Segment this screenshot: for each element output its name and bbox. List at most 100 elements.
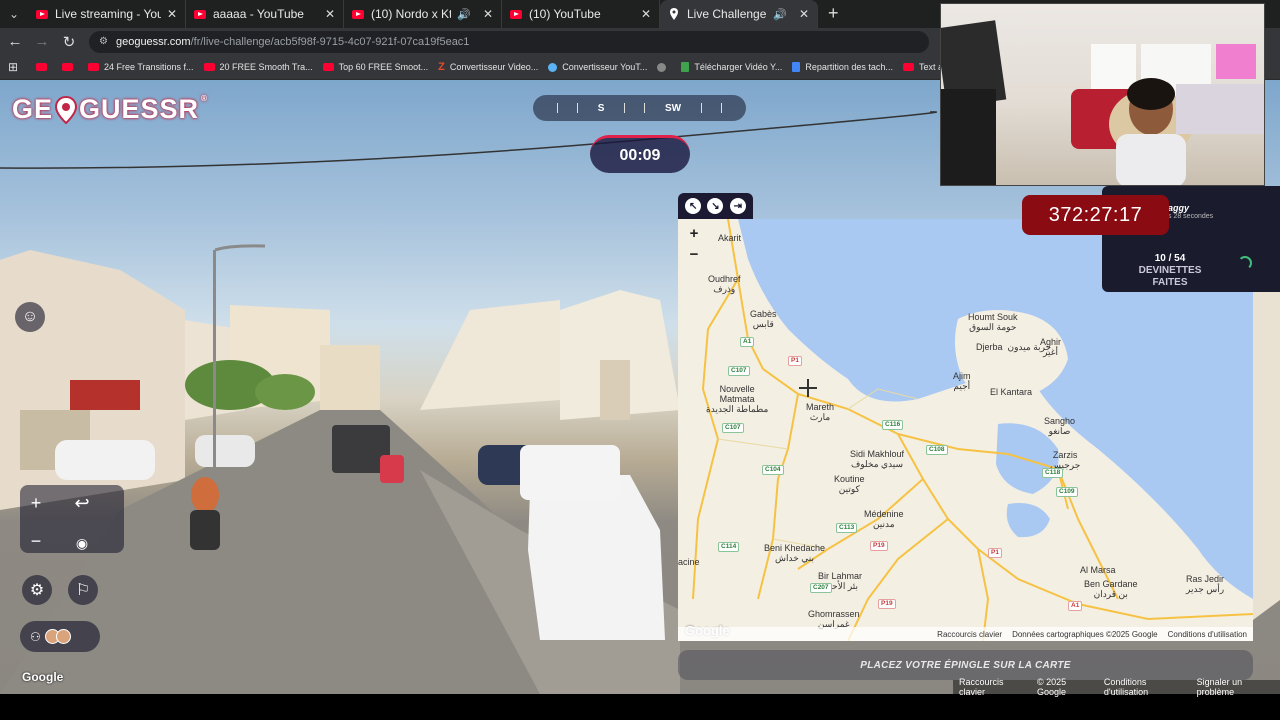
logo-pin-icon xyxy=(55,95,78,124)
users-icon: ⚇ xyxy=(30,629,41,644)
map-place-label: Mareth مارث xyxy=(806,402,835,422)
geoguessr-pin-icon xyxy=(668,8,680,20)
logo-text-geo: GE xyxy=(12,94,54,124)
expand-map-icon[interactable]: ↖ xyxy=(685,198,702,214)
map-place-label: Zarzis جرجيس xyxy=(1050,450,1081,470)
close-tab-icon[interactable]: ✕ xyxy=(325,7,335,21)
bookmark[interactable]: 20 FREE Smooth Tra... xyxy=(203,62,313,72)
close-tab-icon[interactable]: ✕ xyxy=(483,7,493,21)
road-shield: P19 xyxy=(878,599,896,609)
player-time: s 28 secondes xyxy=(1168,213,1214,220)
youtube-icon xyxy=(352,9,364,19)
pin-map-icon[interactable]: ⇥ xyxy=(729,198,746,214)
webcam-scene xyxy=(941,20,1264,185)
return-to-start-icon[interactable]: ◉ xyxy=(66,527,98,559)
speaker-icon[interactable]: 🔊 xyxy=(773,8,787,21)
bookmark[interactable]: Z Convertisseur Video... xyxy=(438,61,538,73)
road-shield: C107 xyxy=(728,366,750,376)
tab-nordo[interactable]: (10) Nordo x Ktyb - Klem (C 🔊 ✕ xyxy=(344,0,502,28)
emoji-reaction-button[interactable]: ☺ xyxy=(15,302,45,332)
road-shield: P1 xyxy=(988,548,1002,558)
converter-icon xyxy=(548,62,558,72)
flag-icon[interactable]: ⚐ xyxy=(68,575,98,605)
z-icon: Z xyxy=(438,61,445,73)
shrink-map-icon[interactable]: ↘ xyxy=(707,198,724,214)
youtube-icon xyxy=(203,63,215,71)
loading-spinner-icon xyxy=(1238,256,1252,270)
map-place-label: Ras Jedir رأس جدير xyxy=(1186,574,1225,594)
youtube-icon xyxy=(194,9,206,19)
road-shield: C109 xyxy=(1056,487,1078,497)
site-info-icon[interactable]: ⚙ xyxy=(99,36,108,47)
keyboard-shortcuts-link[interactable]: Raccourcis clavier xyxy=(959,677,1025,697)
road-shield: C118 xyxy=(1042,468,1064,478)
map-place-label: Aghir أغير xyxy=(1040,337,1062,357)
panorama-controls: + ↩ − ◉ xyxy=(20,485,124,553)
geoguessr-logo[interactable]: GE GUESSR ® xyxy=(12,94,208,125)
apps-grid-icon[interactable]: ⊞ xyxy=(0,60,26,74)
map-place-label: Oudhref وذرف xyxy=(708,274,741,294)
speaker-icon[interactable]: 🔊 xyxy=(457,8,471,21)
tab-aaaaa[interactable]: aaaaa - YouTube ✕ xyxy=(186,0,344,28)
reload-icon[interactable]: ↻ xyxy=(57,30,81,54)
bookmark[interactable] xyxy=(62,63,78,71)
bookmark[interactable] xyxy=(36,63,52,71)
tab-search-icon[interactable]: ⌄ xyxy=(0,0,28,28)
map-place-label: Ben Gardane بن قردان xyxy=(1084,579,1138,599)
logo-text: GUESSR xyxy=(79,94,200,124)
zoom-in-button[interactable]: + xyxy=(20,487,52,519)
keyboard-shortcuts-link[interactable]: Raccourcis clavier xyxy=(937,630,1002,639)
new-tab-icon[interactable]: + xyxy=(828,3,839,24)
webcam-feed xyxy=(940,3,1265,186)
map-place-label: Al Marsa xyxy=(1080,565,1116,575)
youtube-icon xyxy=(36,9,48,19)
road-shield: C207 xyxy=(810,583,832,593)
tab-youtube[interactable]: (10) YouTube ✕ xyxy=(502,0,660,28)
bookmark[interactable]: Top 60 FREE Smoot... xyxy=(322,62,428,72)
forward-icon[interactable]: → xyxy=(30,30,54,54)
tab-geoguessr[interactable]: Live Challenge - GeoGuessr 🔊 ✕ xyxy=(660,0,818,28)
close-tab-icon[interactable]: ✕ xyxy=(799,7,809,21)
tab-youtube-studio[interactable]: Live streaming - YouTube Studio ✕ xyxy=(28,0,186,28)
players-button[interactable]: ⚇ xyxy=(20,621,100,652)
google-logo: Google xyxy=(22,670,64,684)
close-tab-icon[interactable]: ✕ xyxy=(167,7,177,21)
youtube-icon xyxy=(62,63,73,71)
road-shield: A1 xyxy=(1068,601,1083,611)
youtube-icon xyxy=(902,63,914,71)
bookmark[interactable]: Convertisseur YouT... xyxy=(548,62,647,72)
address-bar[interactable]: ⚙ geoguessr.com/fr/live-challenge/acb5f9… xyxy=(89,30,929,53)
guess-button[interactable]: PLACEZ VOTRE ÉPINGLE SUR LA CARTE xyxy=(678,650,1253,680)
map-place-label: Gabès قابس xyxy=(750,309,777,329)
bookmark[interactable] xyxy=(657,62,671,72)
terms-link[interactable]: Conditions d'utilisation xyxy=(1168,630,1247,639)
map-place-label: Ghomrassen غمراسن xyxy=(808,609,860,629)
compass-tick xyxy=(577,103,579,113)
bookmark[interactable]: Télécharger Vidéo Y... xyxy=(681,62,782,72)
bookmark[interactable]: Repartition des tach... xyxy=(792,62,893,72)
map-zoom-out-button[interactable]: − xyxy=(686,246,702,263)
compass-tick xyxy=(623,103,625,113)
docs-icon xyxy=(792,62,801,72)
terms-link[interactable]: Conditions d'utilisation xyxy=(1104,677,1185,697)
compass-direction: SW xyxy=(665,102,682,114)
map-zoom-in-button[interactable]: + xyxy=(686,225,702,242)
compass: S SW xyxy=(533,95,746,121)
bookmark[interactable]: 24 Free Transitions f... xyxy=(88,62,194,72)
map-footer: Raccourcis clavier Données cartographiqu… xyxy=(678,627,1253,641)
map-place-label: Beni Khedache بني خداش xyxy=(764,543,826,563)
settings-gear-icon[interactable]: ⚙ xyxy=(22,575,52,605)
compass-tick xyxy=(700,103,702,113)
zoom-out-button[interactable]: − xyxy=(20,525,52,557)
map-place-label: acine xyxy=(678,557,700,567)
map-place-label: Médenine مدنين xyxy=(864,509,904,529)
street-view-footer: Raccourcis clavier © 2025 Google Conditi… xyxy=(953,677,1280,697)
undo-move-button[interactable]: ↩ xyxy=(66,487,98,519)
report-problem-link[interactable]: Signaler un problème xyxy=(1197,677,1274,697)
youtube-icon xyxy=(36,63,47,71)
compass-tick xyxy=(556,103,558,113)
back-icon[interactable]: ← xyxy=(3,30,27,54)
map-data-attribution: Données cartographiques ©2025 Google xyxy=(1012,629,1158,639)
close-tab-icon[interactable]: ✕ xyxy=(641,7,651,21)
crosshair-cursor xyxy=(799,379,817,397)
